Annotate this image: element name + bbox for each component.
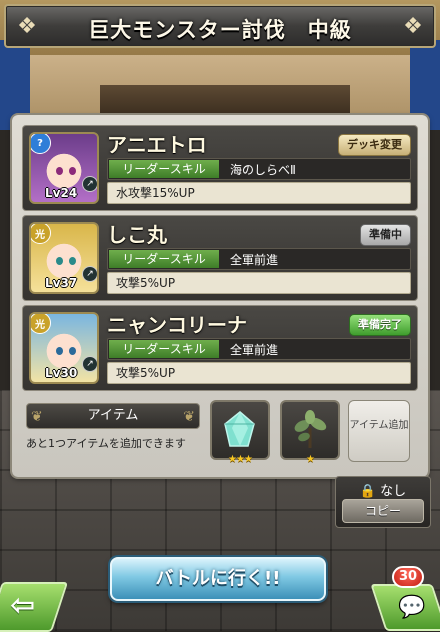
item-note: あと1つアイテムを追加できます: [26, 437, 186, 450]
corner-ornament-icon: ❖: [403, 13, 423, 39]
unit-portrait[interactable]: 光 ↗ Lv37: [29, 222, 99, 294]
back-arrow-icon: ⇦: [10, 588, 36, 623]
leader-skill-label: リーダースキル: [109, 340, 219, 358]
unit-portrait[interactable]: ? ↗ Lv24: [29, 132, 99, 204]
light-element-icon: 光: [31, 224, 51, 244]
page-title: 巨大モンスター討伐 中級: [88, 18, 352, 42]
skill-icon: ↗: [82, 356, 97, 372]
background-shelf: [100, 85, 350, 115]
skill-icon: ↗: [82, 266, 97, 282]
leader-skill-label: リーダースキル: [109, 250, 219, 268]
item-header-label: アイテム: [87, 408, 139, 423]
leader-skill-name: 全軍前進: [230, 253, 279, 267]
item-slot[interactable]: ★: [280, 400, 340, 465]
leader-skill-desc: 水攻撃15%UP: [107, 182, 411, 204]
unit-portrait[interactable]: 光 ↗ Lv30: [29, 312, 99, 384]
unit-card[interactable]: 光 ↗ Lv30 ニャンコリーナ 準備完了 リーダースキル 全軍前進 攻撃5%U…: [22, 305, 418, 391]
leader-skill-name: 全軍前進: [230, 343, 279, 357]
unit-level: Lv24: [45, 186, 78, 200]
leader-skill-row: リーダースキル 全軍前進: [107, 338, 411, 360]
ornament-icon: ❦: [31, 409, 43, 425]
unit-level: Lv37: [45, 276, 78, 290]
party-panel: ? ↗ Lv24 アニエトロ デッキ変更 リーダースキル 海のしらべⅡ 水攻撃1…: [12, 115, 428, 477]
plant-icon: [294, 410, 327, 448]
lock-label: 🔒 なし: [336, 480, 430, 499]
crystal-icon: [224, 411, 255, 447]
unit-card[interactable]: ? ↗ Lv24 アニエトロ デッキ変更 リーダースキル 海のしらべⅡ 水攻撃1…: [22, 125, 418, 211]
item-stars: ★★★: [228, 454, 253, 465]
leader-skill-row: リーダースキル 全軍前進: [107, 248, 411, 270]
item-stars: ★: [306, 454, 315, 465]
unit-name: ニャンコリーナ: [107, 313, 247, 337]
deck-change-button[interactable]: デッキ変更: [338, 134, 411, 156]
chat-bubble-icon: 💬: [398, 595, 426, 620]
ornament-icon: ❦: [183, 409, 195, 425]
unit-name: しこ丸: [107, 223, 167, 247]
item-slot[interactable]: ★★★: [210, 400, 270, 465]
title-banner: ❖ 巨大モンスター討伐 中級 ❖: [4, 4, 436, 48]
copy-button[interactable]: コピー: [342, 499, 424, 523]
lock-icon: 🔒: [359, 484, 377, 499]
battle-button[interactable]: バトルに行く!!: [110, 557, 326, 601]
water-element-icon: ?: [31, 134, 51, 154]
status-badge[interactable]: 準備中: [360, 224, 411, 246]
leader-skill-row: リーダースキル 海のしらべⅡ: [107, 158, 411, 180]
leader-skill-desc: 攻撃5%UP: [107, 362, 411, 384]
unit-card[interactable]: 光 ↗ Lv37 しこ丸 準備中 リーダースキル 全軍前進 攻撃5%UP: [22, 215, 418, 301]
skill-icon: ↗: [82, 176, 97, 192]
lock-panel: 🔒 なし コピー: [335, 476, 431, 528]
leader-skill-desc: 攻撃5%UP: [107, 272, 411, 294]
item-header: ❦ アイテム ❦: [26, 403, 200, 429]
unit-name: アニエトロ: [107, 133, 207, 157]
leader-skill-name: 海のしらべⅡ: [230, 163, 296, 177]
chat-count-badge: 30: [392, 566, 424, 588]
lock-status: なし: [380, 484, 407, 499]
add-item-button[interactable]: アイテム追加: [348, 400, 410, 462]
leader-skill-label: リーダースキル: [109, 160, 219, 178]
status-badge[interactable]: 準備完了: [349, 314, 411, 336]
light-element-icon: 光: [31, 314, 51, 334]
unit-level: Lv30: [45, 366, 78, 380]
